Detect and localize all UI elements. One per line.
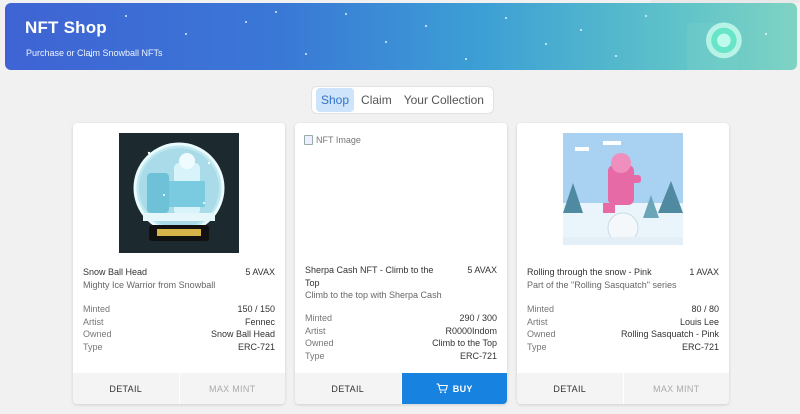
nft-card-snow-ball-head: Snow Ball Head 5 AVAX Mighty Ice Warrior… xyxy=(73,123,285,404)
max-mint-button[interactable]: MAX MINT xyxy=(623,373,729,404)
info-row-minted: Minted 150 / 150 xyxy=(83,304,275,314)
nft-description: Part of the "Rolling Sasquatch" series xyxy=(527,280,677,290)
nft-info-list: Minted 290 / 300 Artist R0000Indom Owned Cl… xyxy=(305,312,497,362)
info-row-owned: Owned Climb to the Top xyxy=(305,338,497,348)
page-subtitle: Purchase or Claim Snowball NFTs xyxy=(26,48,163,58)
cart-icon xyxy=(436,383,448,394)
nft-image xyxy=(73,133,285,253)
nft-title-row: Sherpa Cash NFT - Climb to the Top 5 AVA… xyxy=(305,264,497,290)
broken-image-icon xyxy=(304,135,313,145)
pink-sasquatch-snowball-image xyxy=(563,133,683,245)
info-row-minted: Minted 80 / 80 xyxy=(527,304,719,314)
snowball-coin-icon xyxy=(705,17,747,69)
page-title: NFT Shop xyxy=(25,18,107,37)
detail-button[interactable]: DETAIL xyxy=(295,373,402,404)
max-mint-button[interactable]: MAX MINT xyxy=(179,373,285,404)
nft-info-list: Minted 150 / 150 Artist Fennec Owned Snow B… xyxy=(83,303,275,353)
detail-button[interactable]: DETAIL xyxy=(73,373,180,404)
image-alt-text: NFT Image xyxy=(316,135,361,145)
nft-name: Rolling through the snow - Pink xyxy=(527,267,652,277)
info-row-type: Type ERC-721 xyxy=(305,350,497,361)
nft-title-row: Snow Ball Head 5 AVAX xyxy=(83,266,275,279)
nft-name: Snow Ball Head xyxy=(83,267,148,277)
shop-tabs: Shop Claim Your Collection xyxy=(311,86,494,114)
nft-price: 1 AVAX xyxy=(689,267,719,277)
nft-card-sherpa-cash: NFT Image Sherpa Cash NFT - Climb to the… xyxy=(295,123,507,404)
tab-claim[interactable]: Claim xyxy=(356,88,397,112)
nft-description: Mighty Ice Warrior from Snowball xyxy=(83,280,216,290)
nft-image xyxy=(517,133,729,253)
buy-label: BUY xyxy=(452,383,473,394)
detail-button[interactable]: DETAIL xyxy=(517,373,624,404)
broken-image-placeholder: NFT Image xyxy=(304,135,361,145)
info-row-type: Type ERC-721 xyxy=(83,341,275,352)
nft-price: 5 AVAX xyxy=(245,267,275,277)
info-row-minted: Minted 290 / 300 xyxy=(305,313,497,323)
info-row-artist: Artist R0000Indom xyxy=(305,325,497,336)
tab-your-collection[interactable]: Your Collection xyxy=(399,88,489,112)
header-banner: NFT Shop Purchase or Claim Snowball NFTs xyxy=(5,3,797,70)
nft-name: Sherpa Cash NFT - Climb to the Top xyxy=(305,265,434,288)
card-actions: DETAIL MAX MINT xyxy=(73,373,285,404)
card-actions: DETAIL MAX MINT xyxy=(517,373,729,404)
info-row-owned: Owned Rolling Sasquatch - Pink xyxy=(527,329,719,339)
nft-price: 5 AVAX xyxy=(467,265,497,275)
card-actions: DETAIL BUY xyxy=(295,373,507,404)
nft-shop-page: NFT Shop Purchase or Claim Snowball NFTs… xyxy=(0,0,800,414)
info-row-type: Type ERC-721 xyxy=(527,341,719,352)
snow-globe-ice-warrior-image xyxy=(119,133,239,253)
nft-description: Climb to the top with Sherpa Cash xyxy=(305,290,442,300)
nft-title-row: Rolling through the snow - Pink 1 AVAX xyxy=(527,266,719,279)
buy-button[interactable]: BUY xyxy=(401,373,507,404)
nft-card-rolling-sasquatch: Rolling through the snow - Pink 1 AVAX P… xyxy=(517,123,729,404)
nft-info-list: Minted 80 / 80 Artist Louis Lee Owned Rolli… xyxy=(527,303,719,353)
tab-shop[interactable]: Shop xyxy=(316,88,355,112)
info-row-artist: Artist Louis Lee xyxy=(527,316,719,327)
info-row-owned: Owned Snow Ball Head xyxy=(83,329,275,339)
info-row-artist: Artist Fennec xyxy=(83,316,275,327)
